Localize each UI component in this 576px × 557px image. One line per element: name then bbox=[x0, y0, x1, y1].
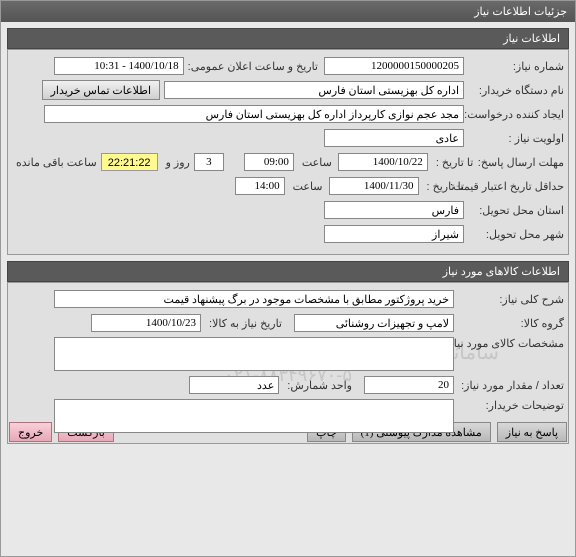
creator-input[interactable] bbox=[44, 105, 464, 123]
buyer-notes-label: توضیحات خریدار: bbox=[454, 399, 564, 412]
group-input[interactable] bbox=[294, 314, 454, 332]
section2-header: اطلاعات کالاهای مورد نیاز bbox=[7, 261, 569, 282]
spec-textarea[interactable] bbox=[54, 337, 454, 371]
buyer-notes-textarea[interactable] bbox=[54, 399, 454, 433]
public-datetime-label: تاریخ و ساعت اعلان عمومی: bbox=[184, 60, 318, 73]
to-date-label-2: تا تاریخ : bbox=[423, 180, 464, 193]
deadline-time-input[interactable] bbox=[244, 153, 294, 171]
days-and-label: روز و bbox=[162, 156, 190, 169]
spec-label: مشخصات کالای مورد نیاز: bbox=[454, 337, 564, 350]
validity-time-input[interactable] bbox=[235, 177, 285, 195]
org-name-input[interactable] bbox=[164, 81, 464, 99]
to-date-label: تا تاریخ : bbox=[432, 156, 473, 169]
need-date-label: تاریخ نیاز به کالا: bbox=[205, 317, 282, 330]
time-label-2: ساعت bbox=[289, 180, 323, 193]
validity-date-input[interactable] bbox=[329, 177, 419, 195]
section1-header: اطلاعات نیاز bbox=[7, 28, 569, 49]
days-remain-input bbox=[194, 153, 224, 171]
qty-input[interactable] bbox=[364, 376, 454, 394]
section2-body: سامانه تدارکات الکترونیکی دولت پارس نماد… bbox=[7, 282, 569, 444]
time-label-1: ساعت bbox=[298, 156, 332, 169]
section1-title: اطلاعات نیاز bbox=[503, 33, 560, 45]
public-datetime-input[interactable] bbox=[54, 57, 184, 75]
buyer-contact-button[interactable]: اطلاعات تماس خریدار bbox=[42, 80, 160, 100]
window-titlebar: جزئیات اطلاعات نیاز bbox=[1, 1, 575, 22]
unit-label: واحد شمارش: bbox=[283, 379, 352, 392]
creator-label: ایجاد کننده درخواست: bbox=[464, 108, 564, 121]
desc-label: شرح کلی نیاز: bbox=[454, 293, 564, 306]
section2-title: اطلاعات کالاهای مورد نیاز bbox=[443, 266, 560, 278]
section1-body: شماره نیاز: تاریخ و ساعت اعلان عمومی: نا… bbox=[7, 49, 569, 255]
deadline-date-input[interactable] bbox=[338, 153, 428, 171]
desc-input[interactable] bbox=[54, 290, 454, 308]
window-title: جزئیات اطلاعات نیاز bbox=[474, 6, 567, 18]
window: جزئیات اطلاعات نیاز اطلاعات نیاز شماره ن… bbox=[0, 0, 576, 557]
need-number-input[interactable] bbox=[324, 57, 464, 75]
qty-label: تعداد / مقدار مورد نیاز: bbox=[454, 379, 564, 392]
priority-label: اولویت نیاز : bbox=[464, 132, 564, 145]
validity-label: حداقل تاریخ اعتبار قیمت: bbox=[464, 180, 564, 193]
need-number-label: شماره نیاز: bbox=[464, 60, 564, 73]
content-area: اطلاعات نیاز شماره نیاز: تاریخ و ساعت اع… bbox=[1, 22, 575, 450]
province-input[interactable] bbox=[324, 201, 464, 219]
city-input[interactable] bbox=[324, 225, 464, 243]
group-label: گروه کالا: bbox=[454, 317, 564, 330]
time-remain-box: 22:21:22 bbox=[101, 153, 158, 171]
city-label: شهر محل تحویل: bbox=[464, 228, 564, 241]
need-date-input[interactable] bbox=[91, 314, 201, 332]
unit-input[interactable] bbox=[189, 376, 279, 394]
deadline-label: مهلت ارسال پاسخ: bbox=[473, 156, 564, 169]
province-label: استان محل تحویل: bbox=[464, 204, 564, 217]
priority-input[interactable] bbox=[324, 129, 464, 147]
org-name-label: نام دستگاه خریدار: bbox=[464, 84, 564, 97]
remain-label: ساعت باقی مانده bbox=[12, 156, 97, 169]
